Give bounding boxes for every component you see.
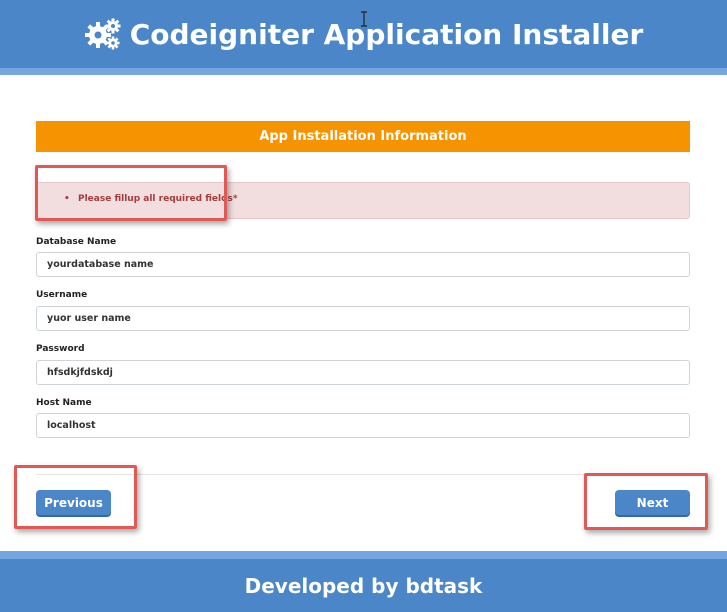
gears-icon bbox=[84, 18, 121, 50]
password-label: Password bbox=[36, 344, 85, 354]
app-title: Codeigniter Application Installer bbox=[129, 17, 644, 51]
header-accent-strip bbox=[0, 68, 727, 75]
highlight-box-alert bbox=[35, 165, 227, 221]
database-name-label: Database Name bbox=[36, 237, 117, 247]
highlight-box-next bbox=[584, 473, 708, 530]
username-label: Username bbox=[36, 290, 88, 300]
app-footer: Developed by bdtask bbox=[0, 559, 727, 612]
section-title: App Installation Information bbox=[36, 121, 690, 152]
text-cursor-icon bbox=[361, 11, 367, 27]
host-name-input[interactable] bbox=[36, 413, 690, 438]
host-name-label: Host Name bbox=[36, 398, 92, 408]
password-input[interactable] bbox=[36, 360, 690, 385]
database-name-input[interactable] bbox=[36, 252, 690, 277]
footer-accent-strip bbox=[0, 551, 727, 559]
highlight-box-previous bbox=[14, 465, 137, 529]
footer-credit: Developed by bdtask bbox=[244, 573, 483, 598]
username-input[interactable] bbox=[36, 306, 690, 331]
